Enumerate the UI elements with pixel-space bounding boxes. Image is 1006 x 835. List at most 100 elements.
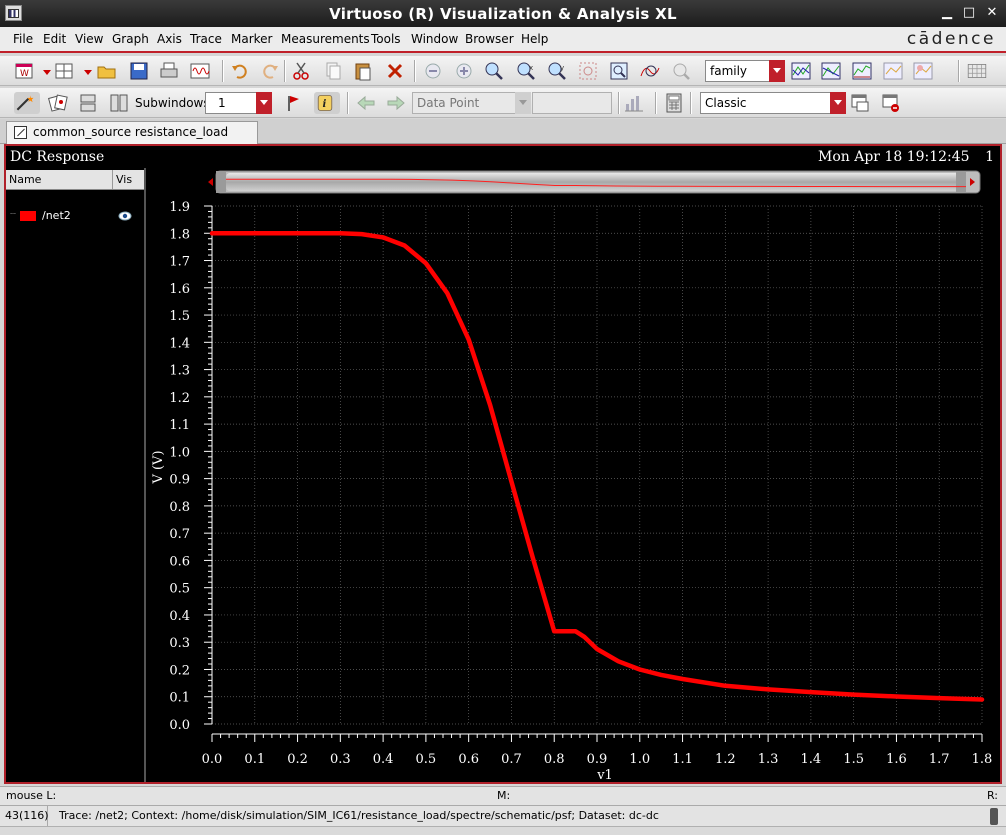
- x-tick-label: 0.9: [587, 752, 608, 767]
- maximize-icon[interactable]: □: [962, 6, 976, 20]
- y-tick-label: 1.9: [169, 200, 190, 215]
- family-overlay-icon[interactable]: [790, 60, 812, 82]
- trace-name: /net2: [42, 209, 71, 222]
- menu-edit[interactable]: Edit: [43, 32, 66, 46]
- subwindow-layout-icon[interactable]: [54, 60, 76, 82]
- chevron-down-icon[interactable]: [256, 92, 272, 114]
- menu-tools[interactable]: Tools: [371, 32, 401, 46]
- graph-date-text: Mon Apr 18 19:12:45: [818, 149, 970, 165]
- theme-combo[interactable]: Classic: [700, 92, 846, 114]
- fit-icon[interactable]: [608, 60, 630, 82]
- redo-icon[interactable]: [259, 60, 281, 82]
- overview-left-handle[interactable]: [216, 171, 226, 193]
- marker-flag-icon[interactable]: [283, 92, 305, 114]
- overview-scrollbar[interactable]: [208, 170, 981, 194]
- legend-trace-row[interactable]: ┄ /net2: [6, 208, 144, 224]
- status-scrollbar[interactable]: [990, 808, 998, 825]
- menu-view[interactable]: View: [75, 32, 103, 46]
- y-axis-label: V (V): [151, 450, 166, 484]
- graph-header: DC Response Mon Apr 18 19:12:45 1: [6, 146, 1000, 168]
- y-tick-label: 0.1: [169, 691, 190, 706]
- zoom-magnify-icon[interactable]: [670, 60, 692, 82]
- save-icon[interactable]: [128, 60, 150, 82]
- menu-help[interactable]: Help: [521, 32, 548, 46]
- toolbar-separator: [690, 92, 692, 114]
- subwindows-label: Subwindows:: [135, 96, 214, 110]
- zoom-in-circle-icon[interactable]: [453, 60, 475, 82]
- zoom-out-circle-icon[interactable]: [422, 60, 444, 82]
- x-tick-label: 0.0: [202, 752, 223, 767]
- x-tick-label: 1.5: [843, 752, 864, 767]
- menu-browser[interactable]: Browser: [465, 32, 514, 46]
- stack-vertical-icon[interactable]: [108, 92, 130, 114]
- print-icon[interactable]: [158, 60, 180, 82]
- x-tick-label: 0.8: [544, 752, 565, 767]
- x-tick-label: 1.4: [801, 752, 822, 767]
- data-point-combo[interactable]: Data Point: [412, 92, 531, 114]
- family-add-icon[interactable]: [882, 60, 904, 82]
- toolbar-separator: [414, 60, 416, 82]
- scroll-left-arrow-icon[interactable]: [208, 178, 213, 186]
- new-window-icon[interactable]: W: [14, 60, 36, 82]
- waveform-icon[interactable]: [189, 60, 211, 82]
- mouse-left-status: mouse L:: [6, 789, 57, 802]
- bar-chart-icon[interactable]: [623, 92, 645, 114]
- stack-horizontal-icon[interactable]: [77, 92, 99, 114]
- info-icon[interactable]: i: [314, 92, 340, 114]
- layout-dropdown-icon[interactable]: [77, 60, 92, 82]
- family-combo[interactable]: family: [705, 60, 785, 82]
- menu-measurements[interactable]: Measurements: [281, 32, 370, 46]
- zoom-box-icon[interactable]: [577, 60, 599, 82]
- delete-icon[interactable]: [384, 60, 406, 82]
- y-tick-label: 0.5: [169, 582, 190, 597]
- zoom-icon[interactable]: [483, 60, 505, 82]
- data-point-input[interactable]: [532, 92, 612, 114]
- y-tick-label: 1.0: [169, 445, 190, 460]
- paste-icon[interactable]: [352, 60, 374, 82]
- x-tick-label: 1.2: [715, 752, 736, 767]
- chevron-down-icon[interactable]: [830, 92, 846, 114]
- menu-axis[interactable]: Axis: [157, 32, 182, 46]
- secondary-toolbar: Subwindows: 1 i Data Point Classic: [0, 88, 1006, 118]
- menu-file[interactable]: File: [13, 32, 33, 46]
- main-toolbar: W x y family: [0, 56, 1006, 86]
- close-icon[interactable]: ✕: [985, 6, 999, 20]
- new-window-dropdown-icon[interactable]: [36, 60, 51, 82]
- tab-common-source[interactable]: common_source resistance_load sche...: [6, 121, 258, 160]
- x-tick-label: 1.1: [672, 752, 693, 767]
- legend-column-divider[interactable]: [112, 170, 113, 189]
- chevron-down-icon[interactable]: [769, 60, 785, 82]
- menu-trace[interactable]: Trace: [190, 32, 222, 46]
- undo-icon[interactable]: [229, 60, 251, 82]
- family-strip-icon[interactable]: [820, 60, 842, 82]
- zoom-to-fit-icon[interactable]: [639, 60, 661, 82]
- family-refresh-icon[interactable]: [912, 60, 934, 82]
- open-folder-icon[interactable]: [96, 60, 118, 82]
- calculator-icon[interactable]: [663, 92, 685, 114]
- menu-window[interactable]: Window: [411, 32, 458, 46]
- window-copy-icon[interactable]: [849, 92, 871, 114]
- y-tick-label: 1.1: [169, 418, 190, 433]
- window-delete-icon[interactable]: [880, 92, 902, 114]
- grid-icon[interactable]: [966, 60, 996, 82]
- chevron-down-icon[interactable]: [515, 92, 531, 114]
- overview-right-handle[interactable]: [956, 171, 966, 193]
- forward-arrow-icon[interactable]: [385, 92, 407, 114]
- plot-area[interactable]: 0.0 0.1 0.2 0.3 0.4 0.5 0.6 0.7 0.8 0.9 1.0 1.1 1.2 1…: [150, 168, 1000, 782]
- subwindows-combo[interactable]: 1: [205, 92, 272, 114]
- zoom-y-icon[interactable]: y: [546, 60, 568, 82]
- family-chart-icon[interactable]: [851, 60, 873, 82]
- select-wand-icon[interactable]: [14, 92, 40, 114]
- zoom-x-icon[interactable]: x: [515, 60, 537, 82]
- menu-graph[interactable]: Graph: [112, 32, 149, 46]
- trace-color-swatch[interactable]: [20, 211, 36, 221]
- graph-date: Mon Apr 18 19:12:45: [818, 149, 970, 165]
- back-arrow-icon[interactable]: [355, 92, 377, 114]
- cut-icon[interactable]: [290, 60, 312, 82]
- copy-icon[interactable]: [322, 60, 344, 82]
- menu-marker[interactable]: Marker: [231, 32, 272, 46]
- cards-icon[interactable]: [47, 92, 69, 114]
- y-tick-label: 1.3: [169, 364, 190, 379]
- visibility-eye-icon[interactable]: [118, 210, 132, 222]
- minimize-icon[interactable]: ▁: [940, 6, 954, 20]
